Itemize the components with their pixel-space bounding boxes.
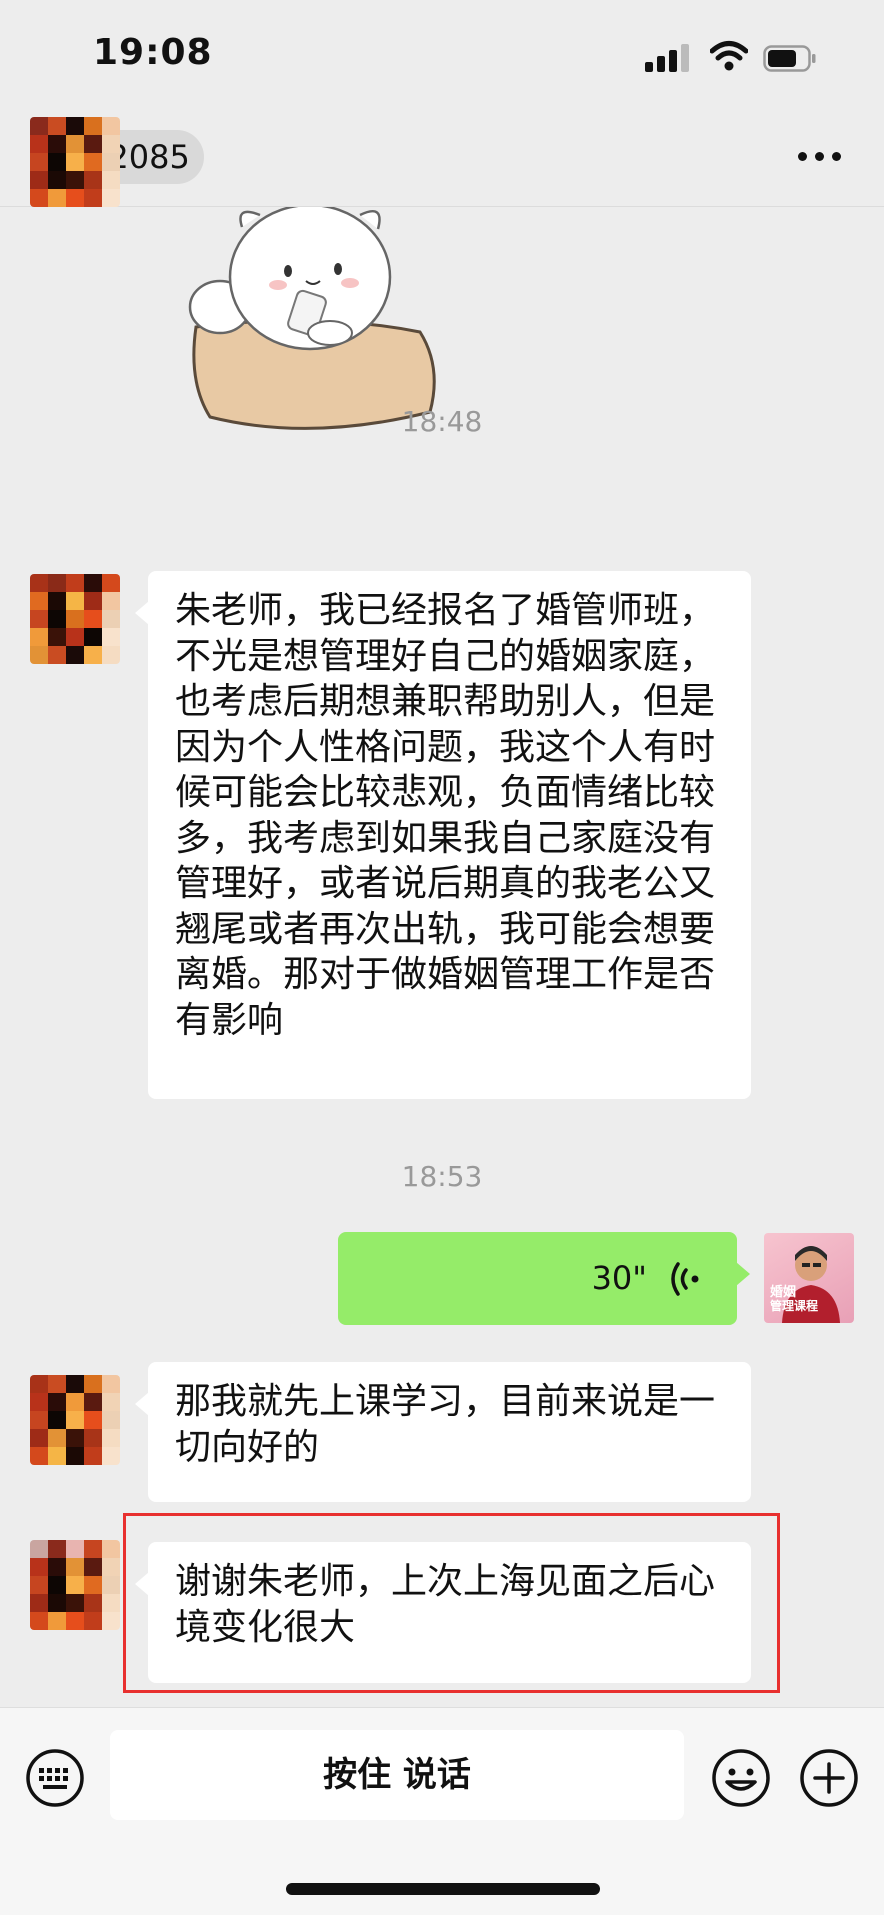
contact-avatar[interactable]: [30, 574, 120, 664]
my-avatar[interactable]: 婚姻 管理课程: [764, 1233, 854, 1323]
voice-duration: 30": [591, 1259, 647, 1297]
input-bar: 按住 说话: [0, 1707, 884, 1915]
timestamp: 18:48: [401, 405, 483, 438]
highlight-annotation: [123, 1513, 780, 1693]
cellular-signal-icon: [645, 44, 691, 72]
battery-icon: [763, 45, 816, 72]
status-bar: 19:08: [0, 0, 884, 110]
cat-sticker[interactable]: [180, 207, 450, 437]
contact-avatar[interactable]: [30, 1375, 120, 1465]
chat-message-list[interactable]: 18:48 朱老师，我已经报名了婚管师班，不光是想管理好自己的婚姻家庭，也考虑后…: [0, 117, 884, 1707]
more-icon[interactable]: [798, 150, 842, 164]
status-time: 19:08: [93, 32, 213, 73]
chat-header: 12085: [0, 110, 884, 207]
home-indicator: [286, 1883, 600, 1895]
contact-avatar[interactable]: [30, 117, 120, 207]
message-bubble[interactable]: 那我就先上课学习，目前来说是一切向好的: [135, 1362, 751, 1502]
keyboard-icon[interactable]: [25, 1748, 85, 1808]
plus-icon[interactable]: [799, 1748, 859, 1808]
avatar-caption-2: 管理课程: [770, 1299, 819, 1313]
voice-message-bubble[interactable]: 30": [338, 1232, 750, 1325]
hold-to-talk-button[interactable]: 按住 说话: [110, 1730, 684, 1820]
contact-avatar[interactable]: [30, 1540, 120, 1630]
wifi-icon: [710, 41, 748, 71]
emoji-icon[interactable]: [711, 1748, 771, 1808]
message-bubble[interactable]: 朱老师，我已经报名了婚管师班，不光是想管理好自己的婚姻家庭，也考虑后期想兼职帮助…: [135, 571, 751, 1099]
timestamp: 18:53: [401, 1160, 483, 1193]
voice-wave-icon: [671, 1262, 699, 1296]
